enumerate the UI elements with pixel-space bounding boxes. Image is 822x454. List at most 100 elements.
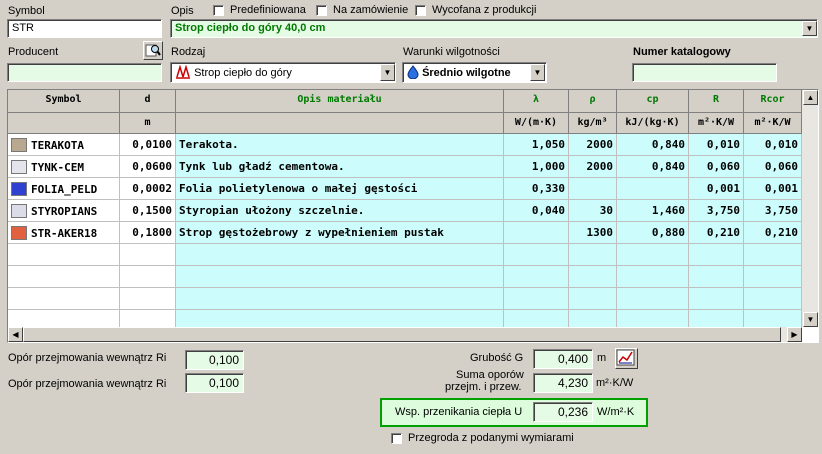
rodzaj-dropdown-button[interactable]: ▼ — [380, 64, 395, 81]
cell-symbol[interactable] — [8, 244, 120, 266]
cell-r[interactable]: 0,010 — [689, 134, 744, 156]
col-header-d[interactable]: d — [120, 90, 176, 113]
cell-lambda[interactable]: 0,040 — [504, 200, 569, 222]
materials-table[interactable]: Symbol d Opis materiału λ ρ cp R Rcor m … — [7, 89, 819, 343]
material-swatch-icon — [11, 138, 27, 152]
cell-lambda[interactable]: 1,000 — [504, 156, 569, 178]
opis-dropdown-button[interactable]: ▼ — [802, 21, 817, 36]
opor1-label: Opór przejmowania wewnątrz Ri — [8, 352, 167, 364]
cell-lambda[interactable]: 0,330 — [504, 178, 569, 200]
cell-r[interactable] — [689, 244, 744, 266]
cell-rcor[interactable] — [744, 244, 802, 266]
cell-rcor[interactable] — [744, 266, 802, 288]
cell-d[interactable]: 0,1800 — [120, 222, 176, 244]
vertical-scrollbar[interactable] — [802, 90, 818, 327]
scroll-left-button[interactable]: ◀ — [8, 327, 23, 342]
cell-lambda[interactable]: 1,050 — [504, 134, 569, 156]
cell-symbol[interactable] — [8, 266, 120, 288]
cell-d[interactable]: 0,1500 — [120, 200, 176, 222]
cell-lambda[interactable] — [504, 222, 569, 244]
horizontal-scroll-thumb[interactable] — [23, 327, 781, 342]
wycofana-checkbox[interactable] — [415, 5, 426, 16]
cell-rcor[interactable]: 0,001 — [744, 178, 802, 200]
cell-opis[interactable]: Terakota. — [176, 134, 504, 156]
symbol-field[interactable]: STR — [7, 19, 162, 38]
rodzaj-select[interactable]: Strop ciepło do góry — [170, 62, 396, 83]
cell-symbol[interactable]: STYROPIANS — [8, 200, 120, 222]
scroll-right-button[interactable]: ▶ — [787, 327, 802, 342]
col-header-rcor[interactable]: Rcor — [744, 90, 802, 113]
cell-rho[interactable] — [569, 178, 617, 200]
cell-opis[interactable]: Folia polietylenowa o małej gęstości — [176, 178, 504, 200]
col-header-opis[interactable]: Opis materiału — [176, 90, 504, 113]
opis-field[interactable]: Strop ciepło do góry 40,0 cm — [170, 19, 818, 38]
cell-opis[interactable] — [176, 266, 504, 288]
cell-cp[interactable]: 0,840 — [617, 156, 689, 178]
col-header-rho[interactable]: ρ — [569, 90, 617, 113]
producent-field[interactable] — [7, 63, 162, 82]
cell-rho[interactable]: 1300 — [569, 222, 617, 244]
cell-rho[interactable]: 30 — [569, 200, 617, 222]
col-header-cp[interactable]: cp — [617, 90, 689, 113]
wilgotnosc-select[interactable]: Średnio wilgotne — [402, 62, 547, 83]
cell-rcor[interactable]: 0,010 — [744, 134, 802, 156]
cell-opis[interactable]: Tynk lub gładź cementowa. — [176, 156, 504, 178]
cell-symbol[interactable]: STR-AKER18 — [8, 222, 120, 244]
predefiniowana-checkbox[interactable] — [213, 5, 224, 16]
cell-lambda[interactable] — [504, 288, 569, 310]
cell-r[interactable]: 0,060 — [689, 156, 744, 178]
cell-symbol[interactable]: TYNK-CEM — [8, 156, 120, 178]
cell-r[interactable] — [689, 288, 744, 310]
cell-d[interactable] — [120, 266, 176, 288]
katalog-field[interactable] — [632, 63, 777, 82]
cell-cp[interactable]: 0,840 — [617, 134, 689, 156]
cell-opis[interactable] — [176, 244, 504, 266]
cell-symbol[interactable]: FOLIA_PELD — [8, 178, 120, 200]
cell-d[interactable]: 0,0600 — [120, 156, 176, 178]
scroll-down-button[interactable]: ▼ — [803, 312, 818, 327]
cell-opis[interactable]: Strop gęstożebrowy z wypełnieniem pustak — [176, 222, 504, 244]
unit-opis — [176, 113, 504, 134]
cell-rcor[interactable] — [744, 288, 802, 310]
col-header-r[interactable]: R — [689, 90, 744, 113]
wilgotnosc-dropdown-button[interactable]: ▼ — [530, 64, 545, 81]
cell-symbol[interactable] — [8, 288, 120, 310]
cell-d[interactable] — [120, 288, 176, 310]
cell-r[interactable]: 0,001 — [689, 178, 744, 200]
cell-r[interactable]: 3,750 — [689, 200, 744, 222]
cell-rho[interactable] — [569, 244, 617, 266]
col-header-symbol[interactable]: Symbol — [8, 90, 120, 113]
producent-browse-button[interactable] — [143, 41, 163, 60]
cell-rho[interactable] — [569, 288, 617, 310]
cell-rcor[interactable]: 0,210 — [744, 222, 802, 244]
scroll-up-button[interactable]: ▲ — [803, 90, 818, 105]
na-zamowienie-checkbox[interactable] — [316, 5, 327, 16]
cell-opis[interactable] — [176, 288, 504, 310]
cell-cp[interactable]: 1,460 — [617, 200, 689, 222]
cell-cp[interactable] — [617, 178, 689, 200]
cell-lambda[interactable] — [504, 266, 569, 288]
cell-d[interactable] — [120, 244, 176, 266]
cell-opis[interactable]: Styropian ułożony szczelnie. — [176, 200, 504, 222]
cell-rho[interactable]: 2000 — [569, 156, 617, 178]
przegroda-checkbox[interactable] — [391, 433, 402, 444]
cell-d[interactable]: 0,0002 — [120, 178, 176, 200]
col-header-lambda[interactable]: λ — [504, 90, 569, 113]
opor2-field[interactable]: 0,100 — [185, 373, 244, 393]
cell-rcor[interactable]: 0,060 — [744, 156, 802, 178]
cell-cp[interactable] — [617, 244, 689, 266]
cell-r[interactable]: 0,210 — [689, 222, 744, 244]
cell-rho[interactable] — [569, 266, 617, 288]
unit-cp: kJ/(kg·K) — [617, 113, 689, 134]
opor1-field[interactable]: 0,100 — [185, 350, 244, 370]
cell-cp[interactable] — [617, 266, 689, 288]
cell-cp[interactable] — [617, 288, 689, 310]
cell-symbol[interactable]: TERAKOTA — [8, 134, 120, 156]
cell-cp[interactable]: 0,880 — [617, 222, 689, 244]
cell-r[interactable] — [689, 266, 744, 288]
cell-lambda[interactable] — [504, 244, 569, 266]
chart-button[interactable] — [615, 348, 638, 369]
cell-rho[interactable]: 2000 — [569, 134, 617, 156]
cell-d[interactable]: 0,0100 — [120, 134, 176, 156]
cell-rcor[interactable]: 3,750 — [744, 200, 802, 222]
